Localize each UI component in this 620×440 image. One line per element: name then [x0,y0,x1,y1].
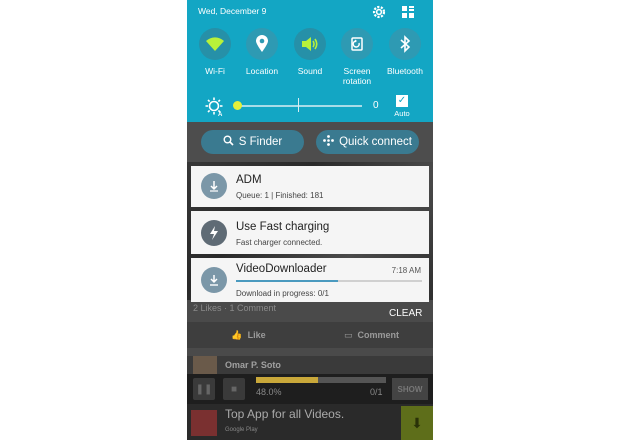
ad-title: Top App for all Videos. [225,407,345,421]
auto-label: Auto [394,109,410,118]
screen-rotation-icon [341,28,373,60]
player-progress [256,377,386,383]
location-toggle[interactable]: Location [237,28,287,76]
comment-icon: ▭ [343,329,353,340]
sound-label: Sound [297,66,323,76]
checkmark-icon: ✓ [396,95,408,107]
ad-download-icon[interactable]: ⬇ [401,406,433,440]
lightning-icon [201,220,227,246]
notification-videodownloader[interactable]: VideoDownloader 7:18 AM Download in prog… [191,258,429,302]
pause-button[interactable]: ❚❚ [193,378,215,400]
avatar [193,356,217,374]
player-percent: 48.0% [256,387,282,397]
notification-title: ADM [236,174,262,186]
wifi-toggle[interactable]: Wi-Fi [190,28,240,76]
thumbs-up-icon: 👍 [231,329,243,340]
shortcut-buttons-row: S Finder Quick connect [187,122,433,162]
author-name: Omar P. Soto [225,360,281,370]
bluetooth-toggle[interactable]: Bluetooth [380,28,430,76]
bluetooth-icon [389,28,421,60]
svg-text:A: A [218,112,223,117]
ad-banner[interactable]: Top App for all Videos. Google Play ⬇ [187,404,433,440]
adm-icon [201,173,227,199]
screen-rotation-label: Screen rotation [342,66,372,86]
location-label: Location [245,66,279,76]
gear-icon[interactable] [371,4,387,20]
wifi-label: Wi-Fi [205,66,225,76]
s-finder-label: S Finder [238,136,283,148]
brightness-value: 0 [373,100,379,111]
sound-icon [294,28,326,60]
brightness-slider[interactable] [236,105,362,107]
brightness-row: A 0 ✓ Auto [187,92,433,120]
notification-adm[interactable]: ADM Queue: 1 | Finished: 181 [191,166,429,207]
notification-subtitle: Download in progress: 0/1 [236,289,329,298]
google-play-label: Google Play [225,427,258,433]
brightness-slider-thumb[interactable] [233,101,242,110]
notification-fast-charging[interactable]: Use Fast charging Fast charger connected… [191,211,429,254]
location-icon [246,28,278,60]
like-button[interactable]: 👍 Like [187,322,310,348]
notification-title: Use Fast charging [236,221,330,233]
quick-connect-icon [323,135,334,149]
auto-brightness-checkbox[interactable]: ✓ Auto [393,95,411,118]
likes-count: 2 Likes · 1 Comment [193,303,277,313]
like-label: Like [247,330,266,340]
quick-toggles: Wi-Fi Location Sound Screen rotation Blu… [187,28,433,88]
brightness-sun-icon: A [205,97,223,117]
bluetooth-label: Bluetooth [387,66,423,76]
stop-button[interactable]: ■ [223,378,245,400]
brightness-midpoint-tick [298,98,299,112]
quick-settings-panel: Wed, December 9 Wi-Fi Location Sound Scr… [187,0,433,122]
clear-button[interactable]: CLEAR [389,308,422,319]
wifi-icon [199,28,231,60]
player-count: 0/1 [370,387,383,397]
search-icon [223,135,234,149]
screen-rotation-toggle[interactable]: Screen rotation [332,28,382,86]
tv-app-icon [191,410,217,436]
show-button[interactable]: SHOW [392,378,428,400]
post-author: Omar P. Soto [187,356,433,374]
download-icon [201,267,227,293]
quick-connect-button[interactable]: Quick connect [316,130,419,154]
download-progress-bar [236,280,422,282]
edit-grid-icon[interactable] [401,5,415,19]
post-actions: 👍 Like ▭ Comment [187,322,433,348]
comment-label: Comment [357,330,400,340]
s-finder-button[interactable]: S Finder [201,130,304,154]
notification-time: 7:18 AM [391,266,421,275]
notification-subtitle: Queue: 1 | Finished: 181 [236,191,324,200]
date-label: Wed, December 9 [198,6,267,16]
sound-toggle[interactable]: Sound [285,28,335,76]
quick-connect-label: Quick connect [339,136,412,148]
comment-button[interactable]: ▭ Comment [310,322,433,348]
download-player: ❚❚ ■ 48.0% 0/1 SHOW [187,374,433,404]
notification-title: VideoDownloader [236,263,327,275]
notification-subtitle: Fast charger connected. [236,238,323,247]
phone-screen: 2 Likes · 1 Comment 👍 Like ▭ Comment Oma… [187,0,433,440]
